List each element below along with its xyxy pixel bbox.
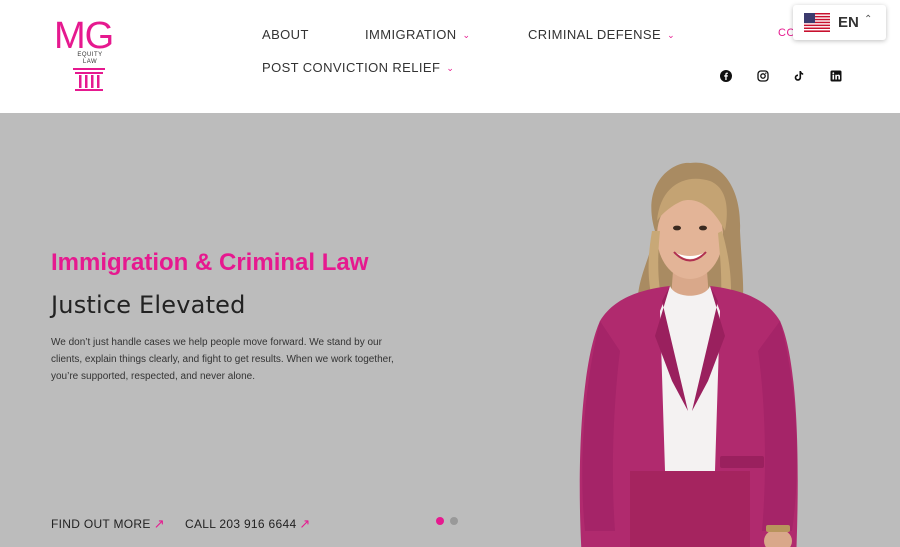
hero-subtitle: Justice Elevated <box>51 291 246 319</box>
nav-post-conviction-relief[interactable]: POST CONVICTION RELIEF ⌄ <box>262 60 454 75</box>
language-selector[interactable]: EN ⌃ <box>793 5 886 40</box>
logo-mark: MG <box>54 15 114 57</box>
hero-body: We don’t just handle cases we help peopl… <box>51 337 394 382</box>
pillar-icon <box>73 68 105 91</box>
arrow-up-right-icon: ↗ <box>299 516 311 531</box>
logo-line-1: EQUITY <box>77 52 103 58</box>
nav-about-label: ABOUT <box>262 27 309 42</box>
nav-criminal-defense-label: CRIMINAL DEFENSE <box>528 27 662 42</box>
instagram-icon[interactable] <box>757 70 769 82</box>
us-flag-icon <box>804 13 830 32</box>
chevron-down-icon: ⌄ <box>462 30 471 40</box>
call-phone-link[interactable]: CALL 203 916 6644 ↗ <box>185 516 311 532</box>
nav-post-conviction-label: POST CONVICTION RELIEF <box>262 60 441 75</box>
find-out-more-label: FIND OUT MORE <box>51 517 151 531</box>
hero-section: Immigration & Criminal Law Justice Eleva… <box>0 113 900 547</box>
hero-title: Immigration & Criminal Law <box>51 249 369 276</box>
linkedin-icon[interactable] <box>830 70 842 82</box>
nav-criminal-defense[interactable]: CRIMINAL DEFENSE ⌄ <box>528 27 675 42</box>
call-phone-label: CALL 203 916 6644 <box>185 517 297 531</box>
chevron-down-icon: ⌄ <box>667 30 676 40</box>
language-code: EN <box>838 14 859 31</box>
logo-line-2: LAW <box>82 59 98 65</box>
chevron-down-icon: ⌄ <box>446 63 455 73</box>
logo[interactable]: MG EQUITY LAW <box>52 16 128 94</box>
site-header: MG EQUITY LAW ABOUT IMMIGRATION ⌄ CRIMINA… <box>0 0 900 113</box>
arrow-up-right-icon: ↗ <box>153 516 165 531</box>
find-out-more-link[interactable]: FIND OUT MORE ↗ <box>51 516 165 532</box>
nav-immigration-label: IMMIGRATION <box>365 27 457 42</box>
nav-immigration[interactable]: IMMIGRATION ⌄ <box>365 27 471 42</box>
attorney-photo <box>579 162 798 547</box>
chevron-up-icon: ⌃ <box>864 14 873 25</box>
slide-dot-2[interactable] <box>450 517 458 525</box>
tiktok-icon[interactable] <box>793 70 805 82</box>
nav-about[interactable]: ABOUT <box>262 27 309 42</box>
facebook-icon[interactable] <box>720 70 732 82</box>
slide-dot-1[interactable] <box>436 517 444 525</box>
